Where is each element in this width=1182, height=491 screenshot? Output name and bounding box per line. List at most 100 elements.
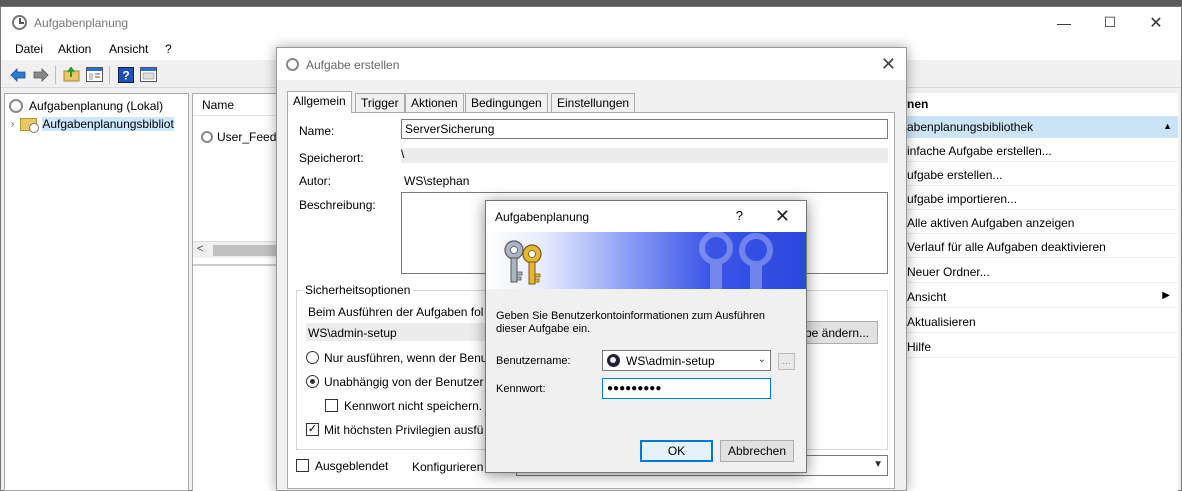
checkbox-no-password-label: Kennwort nicht speichern. [344,399,483,413]
password-label: Kennwort: [496,383,546,395]
chevron-down-icon: ⌄ [757,354,766,365]
tab-einstellungen[interactable]: Einstellungen [551,93,636,112]
tab-allgemein[interactable]: Allgemein [287,91,352,113]
action-disable-history[interactable]: Verlauf für alle Aufgaben deaktivieren [907,236,1178,258]
radio-run-logged-on[interactable] [306,351,319,364]
browse-users-button[interactable]: ... [778,353,795,370]
toolbar-separator [109,66,110,84]
dialog-close-button[interactable]: ✕ [881,54,896,75]
close-button[interactable]: ✕ [1133,7,1179,38]
checkbox-hidden[interactable] [296,459,309,472]
actions-header: nen [907,97,929,111]
radio-run-logged-on-label: Nur ausführen, wenn der Benu [324,351,488,365]
action-create-task[interactable]: ufgabe erstellen... [907,164,1178,186]
radio-run-independent-label: Unabhängig von der Benutzer [324,375,484,389]
author-label: Autor: [299,174,332,188]
actions-section-library[interactable]: abenplanungsbibliothek ▲ [907,116,1178,138]
tab-aktionen[interactable]: Aktionen [405,93,464,112]
password-input[interactable]: ●●●●●●●●● [602,378,771,399]
navigation-tree: Aufgabenplanung (Lokal) › Aufgabenplanun… [4,93,189,491]
cancel-button[interactable]: Abbrechen [720,440,794,462]
menu-help[interactable]: ? [165,42,172,56]
action-refresh[interactable]: Aktualisieren [907,311,1178,333]
show-hide-tree-icon[interactable] [86,66,103,83]
banner-decoration-icon [699,232,773,289]
details-pane [193,264,279,491]
checkbox-highest-privileges[interactable]: ✓ [306,423,319,436]
name-label: Name: [299,124,335,138]
list-item[interactable]: User_Feed_ [201,130,283,144]
action-view[interactable]: Ansicht ▶ [907,286,1178,308]
dialog-title: Aufgabe erstellen [306,58,400,72]
menu-aktion[interactable]: Aktion [58,42,91,56]
checkbox-no-password[interactable] [325,399,338,412]
title-bar: Aufgabenplanung — ☐ ✕ [1,7,1181,38]
chevron-right-icon: ▶ [1162,290,1170,301]
credentials-close-button[interactable]: ✕ [775,206,790,227]
help-icon[interactable]: ? [117,66,134,83]
actions-pane: nen abenplanungsbibliothek ▲ infache Auf… [906,93,1178,491]
ok-button[interactable]: OK [640,440,713,462]
task-icon [201,131,213,143]
username-value: WS\admin-setup [626,353,715,368]
task-scheduler-icon [12,15,27,30]
credentials-dialog: Aufgabenplanung ? ✕ Geben Sie Benutzerko… [485,200,807,473]
collapse-icon[interactable]: ▲ [1163,121,1172,131]
properties-icon[interactable] [140,66,157,83]
run-as-user: WS\admin-setup [308,326,397,340]
username-label: Benutzername: [496,355,571,367]
action-new-folder[interactable]: Neuer Ordner... [907,261,1178,283]
chevron-right-icon[interactable]: › [11,119,14,130]
scroll-thumb[interactable] [213,245,279,256]
action-create-basic-task[interactable]: infache Aufgabe erstellen... [907,140,1178,162]
credentials-banner [486,232,806,289]
minimize-button[interactable]: — [1041,7,1087,38]
toolbar-separator [55,66,56,84]
tree-item-label: Aufgabenplanung (Lokal) [29,99,164,113]
menu-ansicht[interactable]: Ansicht [109,42,148,56]
help-button[interactable]: ? [736,208,743,223]
action-show-running-tasks[interactable]: Alle aktiven Aufgaben anzeigen [907,212,1178,234]
location-value: \ [401,147,405,161]
credentials-message: Geben Sie Benutzerkontoinformationen zum… [496,310,766,335]
location-label: Speicherort: [299,151,364,165]
credentials-title: Aufgabenplanung [495,210,590,224]
window-title: Aufgabenplanung [34,16,129,30]
svg-text:?: ? [122,68,129,82]
name-input[interactable]: ServerSicherung [401,119,888,139]
maximize-button[interactable]: ☐ [1087,7,1133,38]
tab-bedingungen[interactable]: Bedingungen [465,93,548,112]
tree-item-library[interactable]: › Aufgabenplanungsbibliot [11,115,174,133]
action-view-label: Ansicht [907,290,947,304]
username-select[interactable]: WS\admin-setup ⌄ [602,350,771,371]
dialog-title-bar: Aufgabe erstellen ✕ [277,48,906,80]
column-header-name[interactable]: Name [193,94,279,116]
run-as-label: Beim Ausführen der Aufgaben fol [308,305,484,319]
task-list: Name User_Feed_ < [192,93,283,491]
tab-trigger[interactable]: Trigger [355,93,405,112]
clock-icon [286,58,299,71]
checkbox-highest-privileges-label: Mit höchsten Privilegien ausfü [324,423,484,437]
horizontal-scrollbar[interactable]: < [193,241,279,258]
tree-item-root[interactable]: Aufgabenplanung (Lokal) [9,97,163,115]
actions-section-label: abenplanungsbibliothek [907,120,1034,134]
folder-icon [20,117,40,133]
change-user-button[interactable]: be ändern... [796,321,878,344]
author-value: WS\stephan [404,174,470,188]
radio-run-independent[interactable] [306,375,319,388]
list-item-label: User_Feed_ [217,130,284,144]
tree-item-label: Aufgabenplanungsbibliot [42,117,174,131]
description-label: Beschreibung: [299,198,376,212]
chevron-down-icon: ▼ [873,459,883,470]
action-help[interactable]: Hilfe [907,336,1178,358]
action-import-task[interactable]: ufgabe importieren... [907,188,1178,210]
back-arrow-icon[interactable] [9,66,26,83]
checkbox-hidden-label: Ausgeblendet [315,459,389,473]
forward-arrow-icon[interactable] [32,66,49,83]
menu-datei[interactable]: Datei [15,42,43,56]
folder-up-icon[interactable] [63,66,80,83]
chevron-left-icon[interactable]: < [197,243,203,255]
credentials-title-bar: Aufgabenplanung ? ✕ [486,201,806,232]
keys-icon [504,240,542,285]
security-options-title: Sicherheitsoptionen [302,283,414,297]
